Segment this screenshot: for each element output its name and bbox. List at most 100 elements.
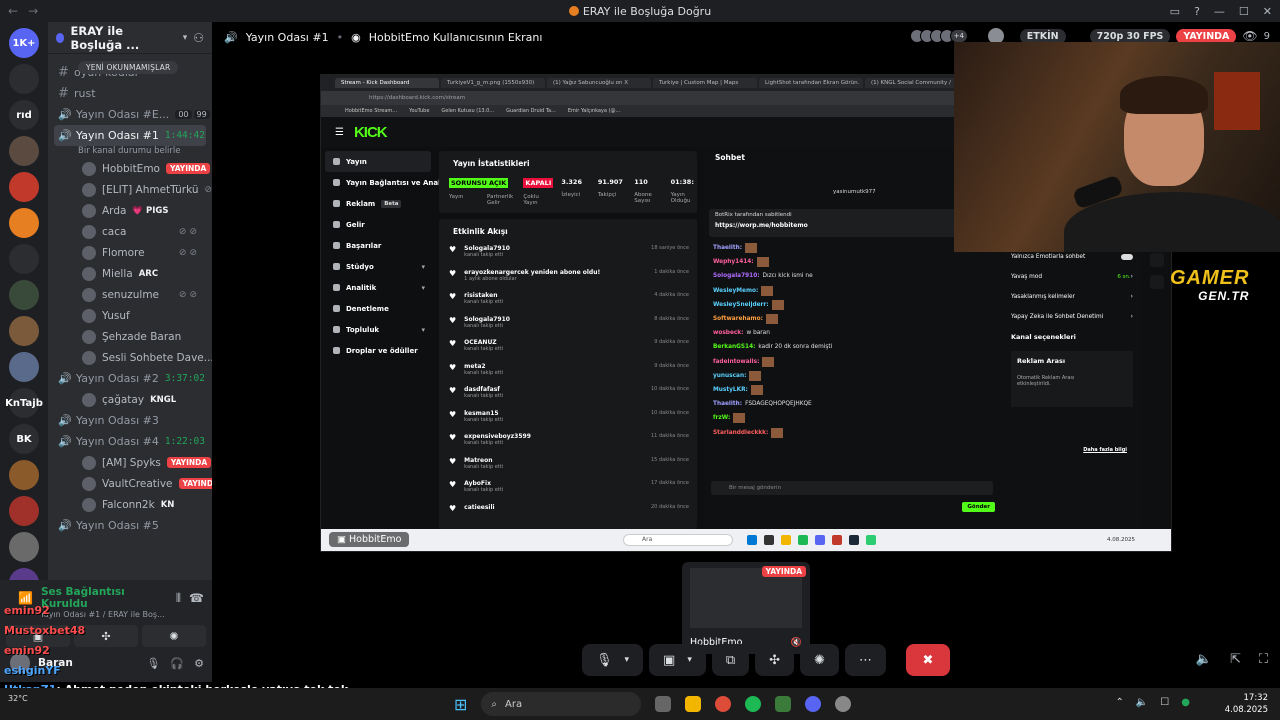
- voice-member[interactable]: Şehzade Baran: [48, 326, 212, 347]
- voice-member[interactable]: HobbitEmo YAYINDA: [48, 158, 212, 179]
- microphone-button[interactable]: 🎙 ▾: [582, 644, 644, 676]
- voice-channel[interactable]: 🔊 Yayın Odası #3: [48, 410, 212, 431]
- voice-member[interactable]: Falconn2k KN: [48, 494, 212, 515]
- soundboard-button[interactable]: ✺: [142, 625, 206, 647]
- noise-suppression-icon[interactable]: ⦀: [176, 591, 181, 606]
- server-header[interactable]: ERAY ile Boşluğa ... ▾ ⚇: [48, 22, 212, 54]
- bookmark[interactable]: Emir Yalçınkaya (@...: [568, 108, 620, 114]
- voice-channel[interactable]: 🔊 Yayın Odası #1 1:44:42: [54, 125, 206, 146]
- volume-icon[interactable]: 🔈: [1196, 652, 1212, 667]
- microphone-icon[interactable]: 🎙: [146, 657, 160, 670]
- disconnect-icon[interactable]: ☎: [189, 591, 204, 605]
- voice-member[interactable]: Yusuf: [48, 305, 212, 326]
- app-tray-icon[interactable]: ●: [1181, 697, 1190, 708]
- windows-start-icon[interactable]: ⊞: [454, 695, 467, 714]
- voice-member[interactable]: [ELIT] AhmetTürkü ⊘⊘: [48, 179, 212, 200]
- server-icon[interactable]: [9, 352, 39, 382]
- voice-member[interactable]: çağatay KNGL: [48, 389, 212, 410]
- invite-icon[interactable]: ⚇: [193, 31, 204, 45]
- voice-member[interactable]: Miella ARC: [48, 263, 212, 284]
- screen-share-button[interactable]: ⧉: [711, 644, 750, 676]
- setting-row[interactable]: Yapay Zeka ile Sohbet Denetimi ›: [1011, 307, 1133, 327]
- ad-link[interactable]: Daha fazla bilgi: [1083, 447, 1127, 453]
- voice-member[interactable]: Sesli Sohbete Dave...: [48, 347, 212, 368]
- server-icon[interactable]: [9, 532, 39, 562]
- fullscreen-icon[interactable]: ⛶: [1259, 652, 1268, 667]
- kick-nav-item[interactable]: Reklam Beta: [325, 193, 431, 214]
- server-icon[interactable]: [9, 460, 39, 490]
- voice-connected-label[interactable]: Ses Bağlantısı Kuruldu: [41, 586, 168, 610]
- bookmark[interactable]: Guardian Druid Ta...: [506, 108, 556, 114]
- server-icon[interactable]: rıd: [9, 100, 39, 130]
- kick-nav-item[interactable]: Yayın: [325, 151, 431, 172]
- maximize-button[interactable]: ☐: [1239, 5, 1249, 18]
- server-icon[interactable]: [9, 64, 39, 94]
- new-unreads-pill[interactable]: YENİ OKUNMAMIŞLAR: [78, 61, 179, 74]
- voice-member[interactable]: senuzulme ⊘⊘: [48, 284, 212, 305]
- voice-channel[interactable]: 🔊 Yayın Odası #4 1:22:03: [48, 431, 212, 452]
- camera-button[interactable]: ▣ ▾: [649, 644, 706, 676]
- taskbar-search[interactable]: ⌕ Ara: [481, 692, 642, 716]
- setting-row[interactable]: Yasaklanmış kelimeler ›: [1011, 287, 1133, 307]
- browser-tab[interactable]: LightShot tarafından Ekran Görün.: [759, 78, 863, 88]
- kick-nav-item[interactable]: Droplar ve ödüller: [325, 340, 431, 361]
- gear-icon[interactable]: ⚙: [194, 657, 204, 670]
- bookmark[interactable]: HobbitEmo Stream...: [345, 108, 397, 114]
- weather-widget[interactable]: 32°C: [8, 694, 28, 703]
- file-explorer-icon[interactable]: [685, 696, 702, 712]
- server-icon[interactable]: KnTajb: [5, 388, 43, 418]
- server-icon[interactable]: [9, 244, 39, 274]
- inbox-icon[interactable]: ▭: [1170, 5, 1180, 18]
- browser-tab[interactable]: Turkiye | Custom Map | Maps: [653, 78, 757, 88]
- viewer-avatars[interactable]: +4: [909, 29, 968, 43]
- minimize-button[interactable]: —: [1214, 5, 1225, 18]
- close-button[interactable]: ✕: [1263, 5, 1272, 18]
- bookmark[interactable]: Gelen Kutusu (13.0...: [441, 108, 494, 114]
- kick-nav-item[interactable]: Gelir: [325, 214, 431, 235]
- channel-status[interactable]: Bir kanal durumu belirle: [48, 146, 212, 158]
- kick-nav-item[interactable]: Topluluk ▾: [325, 319, 431, 340]
- voice-member[interactable]: VaultCreative YAYINDA: [48, 473, 212, 494]
- browser-tab[interactable]: TurkiyeV1_g_m.png (1550x930): [441, 78, 545, 88]
- toggle-switch[interactable]: [1121, 254, 1133, 260]
- chat-input[interactable]: Bir mesaj gönderin: [711, 481, 993, 495]
- server-icon[interactable]: [9, 280, 39, 310]
- send-button[interactable]: Gönder: [962, 502, 995, 512]
- kick-nav-item[interactable]: Denetleme: [325, 298, 431, 319]
- stream-preview-tile[interactable]: YAYINDA HobbitEmo 🔇: [682, 562, 810, 654]
- kick-nav-item[interactable]: Yayın Bağlantısı ve Anahtarı: [325, 172, 457, 193]
- chevron-up-icon[interactable]: ⌃: [1115, 697, 1123, 708]
- bookmark[interactable]: YouTube: [409, 108, 429, 114]
- voice-channel[interactable]: 🔊 Yayın Odası #5: [48, 515, 212, 536]
- spotify-icon[interactable]: [745, 696, 762, 712]
- app-icon[interactable]: [775, 696, 792, 712]
- leave-call-button[interactable]: ✖: [905, 644, 950, 676]
- headphones-icon[interactable]: 🎧: [170, 657, 184, 670]
- back-arrow-icon[interactable]: ←: [8, 4, 18, 18]
- chrome-icon[interactable]: [715, 696, 732, 712]
- forward-arrow-icon[interactable]: →: [28, 4, 38, 18]
- server-icon[interactable]: [9, 136, 39, 166]
- kick-nav-item[interactable]: Stüdyo ▾: [325, 256, 431, 277]
- discord-icon[interactable]: [805, 696, 822, 712]
- server-icon[interactable]: [9, 496, 39, 526]
- kick-nav-item[interactable]: Analitik ▾: [325, 277, 431, 298]
- app-icon[interactable]: [835, 696, 852, 712]
- clock[interactable]: 17:32 4.08.2025: [1225, 692, 1268, 716]
- server-icon[interactable]: BK: [9, 424, 39, 454]
- server-icon[interactable]: [9, 208, 39, 238]
- voice-channel[interactable]: 🔊 Yayın Odası #2 3:37:02: [48, 368, 212, 389]
- help-icon[interactable]: ?: [1194, 5, 1200, 18]
- volume-icon[interactable]: 🔈: [1136, 697, 1148, 708]
- soundboard-button[interactable]: ✺: [800, 644, 839, 676]
- browser-tab[interactable]: (1) Yağız Sabuncuoğlu on X: [547, 78, 651, 88]
- server-icon[interactable]: [9, 172, 39, 202]
- voice-member[interactable]: [AM] Spyks YAYINDA: [48, 452, 212, 473]
- server-icon[interactable]: 1K+: [9, 28, 39, 58]
- pop-out-icon[interactable]: ⇱: [1230, 652, 1241, 667]
- kick-nav-item[interactable]: Başarılar: [325, 235, 431, 256]
- voice-member[interactable]: caca ⊘⊘: [48, 221, 212, 242]
- voice-channel[interactable]: 🔊 Yayın Odası #E... 00 99: [48, 104, 212, 125]
- voice-member[interactable]: Flomore ⊘⊘: [48, 242, 212, 263]
- text-channel[interactable]: # rust: [48, 83, 212, 104]
